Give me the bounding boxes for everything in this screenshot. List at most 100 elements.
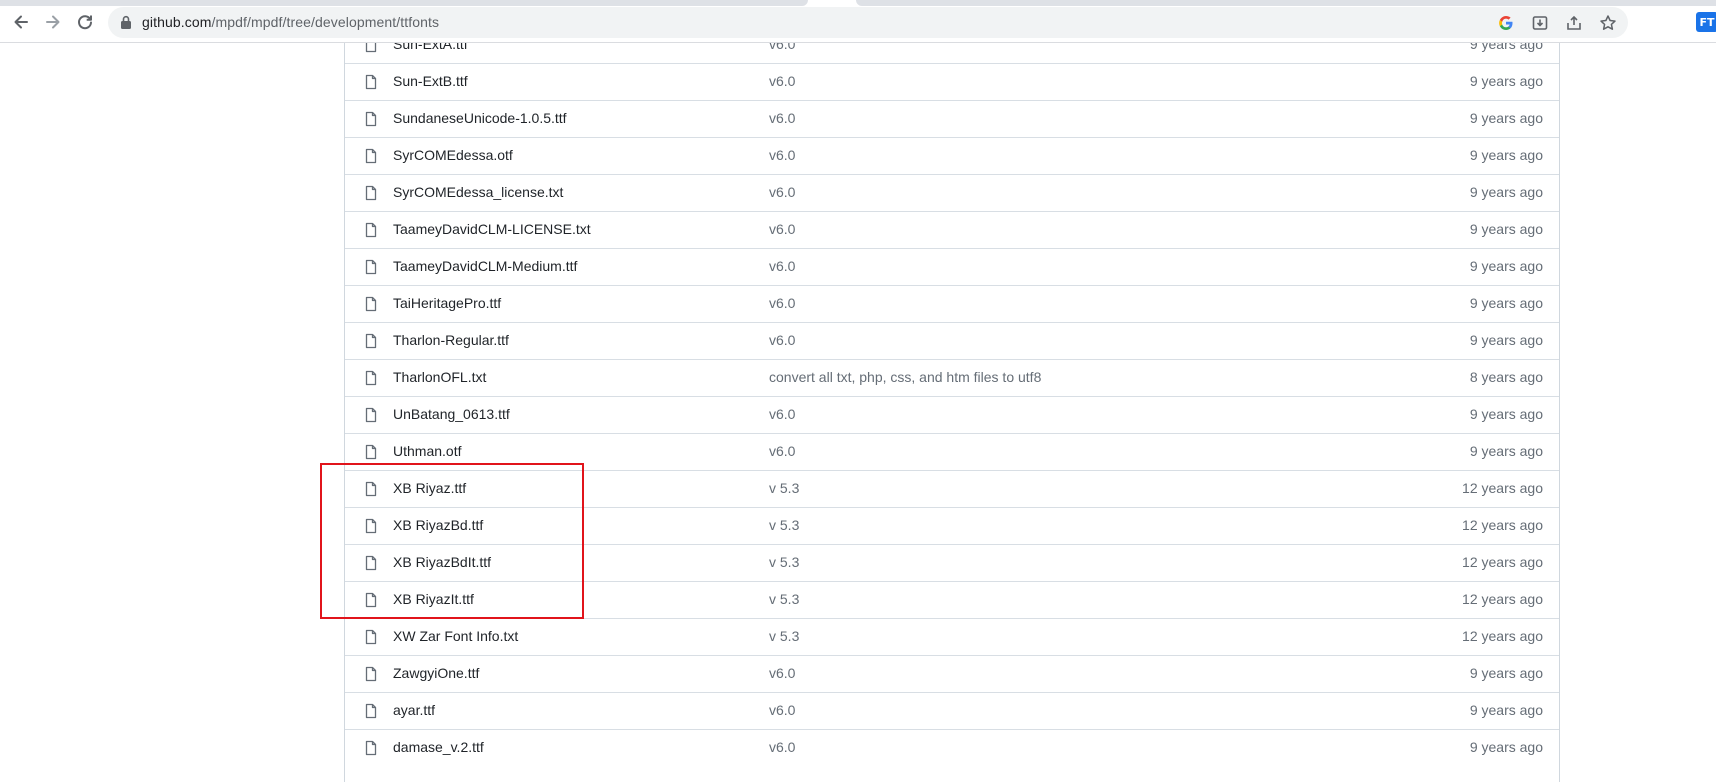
commit-message-link[interactable]: v 5.3 — [769, 628, 799, 644]
file-name-link[interactable]: TaiHeritagePro.ttf — [393, 295, 501, 311]
tab-strip-edge — [0, 0, 808, 6]
url-text[interactable]: github.com/mpdf/mpdf/tree/development/tt… — [142, 14, 439, 30]
tab-strip-edge — [856, 0, 1716, 6]
file-icon — [363, 74, 379, 90]
file-icon — [363, 666, 379, 682]
commit-age: 9 years ago — [1469, 184, 1543, 200]
commit-message-link[interactable]: v 5.3 — [769, 480, 799, 496]
file-row[interactable]: ZawgyiOne.ttf v6.0 9 years ago — [345, 655, 1559, 692]
extension-label: FT — [1699, 15, 1715, 29]
google-g-icon[interactable] — [1494, 11, 1518, 35]
extension-icon[interactable]: FT — [1696, 12, 1716, 32]
file-name-link[interactable]: Tharlon-Regular.ttf — [393, 332, 509, 348]
commit-age: 9 years ago — [1469, 258, 1543, 274]
omnibox-actions — [1494, 11, 1620, 35]
commit-message-link[interactable]: v 5.3 — [769, 554, 799, 570]
commit-age: 9 years ago — [1469, 295, 1543, 311]
reload-icon[interactable] — [71, 8, 99, 36]
commit-age: 12 years ago — [1462, 480, 1543, 496]
file-icon — [363, 185, 379, 201]
file-row[interactable]: UnBatang_0613.ttf v6.0 9 years ago — [345, 396, 1559, 433]
file-row[interactable]: TaameyDavidCLM-Medium.ttf v6.0 9 years ago — [345, 248, 1559, 285]
file-icon — [363, 333, 379, 349]
file-icon — [363, 148, 379, 164]
commit-message-link[interactable]: v6.0 — [769, 739, 795, 755]
file-row[interactable]: TaiHeritagePro.ttf v6.0 9 years ago — [345, 285, 1559, 322]
commit-message-link[interactable]: v6.0 — [769, 147, 795, 163]
share-icon[interactable] — [1562, 11, 1586, 35]
file-row[interactable]: Sun-ExtB.ttf v6.0 9 years ago — [345, 63, 1559, 100]
commit-age: 9 years ago — [1469, 73, 1543, 89]
file-row[interactable]: SyrCOMEdessa.otf v6.0 9 years ago — [345, 137, 1559, 174]
bookmark-star-icon[interactable] — [1596, 11, 1620, 35]
commit-message-link[interactable]: v6.0 — [769, 110, 795, 126]
file-icon — [363, 370, 379, 386]
commit-message-link[interactable]: v6.0 — [769, 665, 795, 681]
forward-arrow-icon[interactable] — [39, 8, 67, 36]
commit-message-link[interactable]: v6.0 — [769, 443, 795, 459]
browser-toolbar: github.com/mpdf/mpdf/tree/development/tt… — [0, 0, 1716, 43]
lock-icon[interactable] — [120, 15, 134, 30]
file-name-link[interactable]: TaameyDavidCLM-Medium.ttf — [393, 258, 577, 274]
file-name-link[interactable]: damase_v.2.ttf — [393, 739, 484, 755]
commit-age: 9 years ago — [1469, 702, 1543, 718]
highlight-box — [320, 463, 584, 619]
commit-age: 12 years ago — [1462, 554, 1543, 570]
commit-message-link[interactable]: v6.0 — [769, 221, 795, 237]
file-name-link[interactable]: TharlonOFL.txt — [393, 369, 486, 385]
file-icon — [363, 740, 379, 756]
commit-age: 8 years ago — [1469, 369, 1543, 385]
file-row[interactable]: damase_v.2.ttf v6.0 9 years ago — [345, 729, 1559, 766]
url-host: github.com — [142, 14, 212, 30]
file-name-link[interactable]: UnBatang_0613.ttf — [393, 406, 510, 422]
file-name-link[interactable]: SyrCOMEdessa_license.txt — [393, 184, 563, 200]
commit-age: 9 years ago — [1469, 147, 1543, 163]
commit-age: 12 years ago — [1462, 517, 1543, 533]
file-name-link[interactable]: XW Zar Font Info.txt — [393, 628, 518, 644]
file-row[interactable]: XW Zar Font Info.txt v 5.3 12 years ago — [345, 618, 1559, 655]
file-icon — [363, 111, 379, 127]
address-bar[interactable]: github.com/mpdf/mpdf/tree/development/tt… — [108, 7, 1628, 38]
commit-age: 12 years ago — [1462, 628, 1543, 644]
file-row[interactable]: SundaneseUnicode-1.0.5.ttf v6.0 9 years ag… — [345, 100, 1559, 137]
file-name-link[interactable]: ayar.ttf — [393, 702, 435, 718]
commit-message-link[interactable]: v6.0 — [769, 702, 795, 718]
install-app-icon[interactable] — [1528, 11, 1552, 35]
commit-age: 9 years ago — [1469, 332, 1543, 348]
url-path: /mpdf/mpdf/tree/development/ttfonts — [211, 14, 440, 30]
file-name-link[interactable]: Uthman.otf — [393, 443, 461, 459]
commit-age: 9 years ago — [1469, 221, 1543, 237]
commit-message-link[interactable]: convert all txt, php, css, and htm files… — [769, 369, 1041, 385]
commit-age: 9 years ago — [1469, 665, 1543, 681]
file-row[interactable]: ayar.ttf v6.0 9 years ago — [345, 692, 1559, 729]
file-icon — [363, 629, 379, 645]
file-icon — [363, 222, 379, 238]
commit-message-link[interactable]: v6.0 — [769, 406, 795, 422]
commit-message-link[interactable]: v 5.3 — [769, 517, 799, 533]
back-arrow-icon[interactable] — [7, 8, 35, 36]
commit-age: 9 years ago — [1469, 406, 1543, 422]
file-row[interactable]: TharlonOFL.txt convert all txt, php, css,… — [345, 359, 1559, 396]
commit-age: 9 years ago — [1469, 110, 1543, 126]
file-row[interactable]: TaameyDavidCLM-LICENSE.txt v6.0 9 years ag… — [345, 211, 1559, 248]
commit-message-link[interactable]: v6.0 — [769, 295, 795, 311]
file-name-link[interactable]: TaameyDavidCLM-LICENSE.txt — [393, 221, 591, 237]
file-list: Sun-ExtA.ttf v6.0 9 years ago Sun-ExtB.ttf v… — [344, 22, 1560, 782]
commit-message-link[interactable]: v6.0 — [769, 332, 795, 348]
commit-message-link[interactable]: v 5.3 — [769, 591, 799, 607]
file-name-link[interactable]: ZawgyiOne.ttf — [393, 665, 479, 681]
commit-message-link[interactable]: v6.0 — [769, 73, 795, 89]
file-row[interactable]: SyrCOMEdessa_license.txt v6.0 9 years ago — [345, 174, 1559, 211]
file-name-link[interactable]: Sun-ExtB.ttf — [393, 73, 468, 89]
file-icon — [363, 407, 379, 423]
commit-message-link[interactable]: v6.0 — [769, 184, 795, 200]
file-icon — [363, 259, 379, 275]
commit-age: 9 years ago — [1469, 739, 1543, 755]
file-name-link[interactable]: SundaneseUnicode-1.0.5.ttf — [393, 110, 567, 126]
file-row[interactable]: Tharlon-Regular.ttf v6.0 9 years ago — [345, 322, 1559, 359]
file-icon — [363, 296, 379, 312]
commit-age: 12 years ago — [1462, 591, 1543, 607]
file-icon — [363, 444, 379, 460]
file-name-link[interactable]: SyrCOMEdessa.otf — [393, 147, 513, 163]
commit-message-link[interactable]: v6.0 — [769, 258, 795, 274]
